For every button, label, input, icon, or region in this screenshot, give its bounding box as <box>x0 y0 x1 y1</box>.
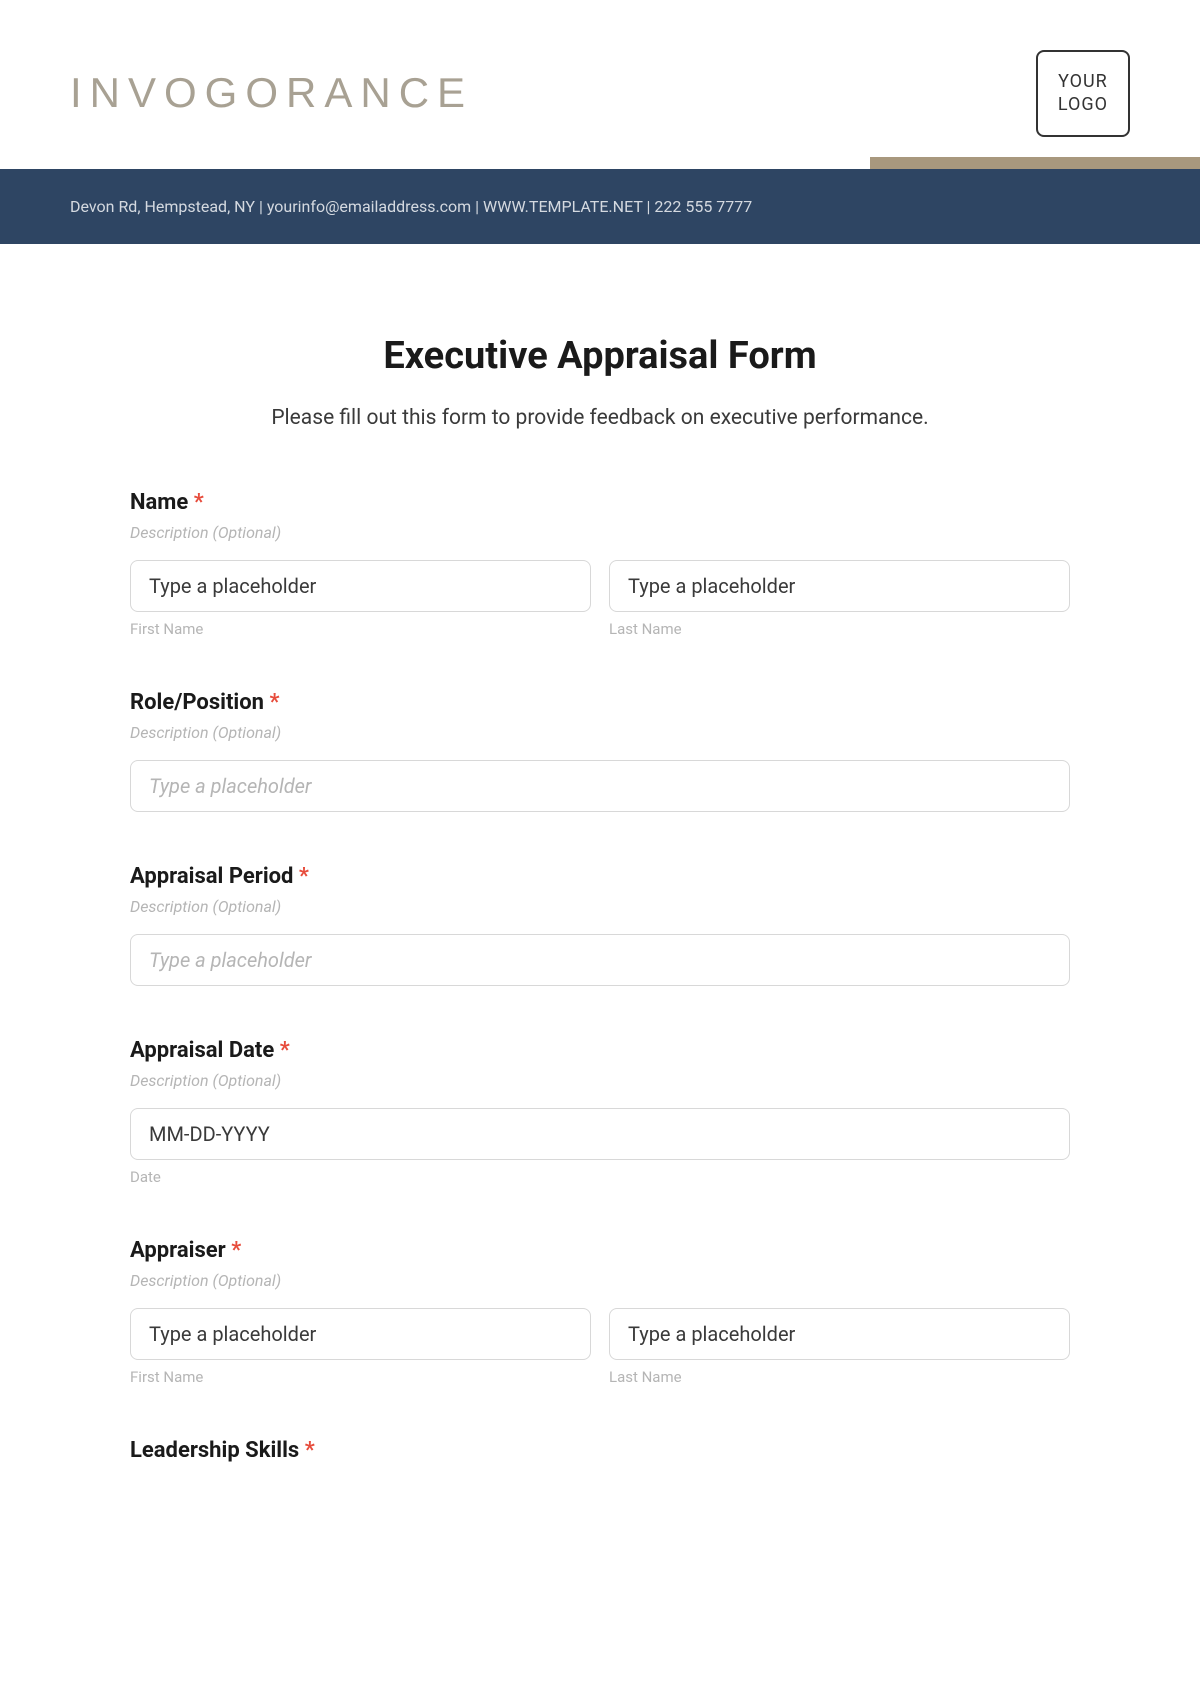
role-input[interactable] <box>130 760 1070 812</box>
field-period: Appraisal Period * Description (Optional… <box>130 864 1070 986</box>
first-name-sublabel: First Name <box>130 620 591 638</box>
field-role: Role/Position * Description (Optional) <box>130 690 1070 812</box>
period-input[interactable] <box>130 934 1070 986</box>
appraiser-description: Description (Optional) <box>130 1271 1070 1290</box>
brand-name: INVOGORANCE <box>70 69 473 117</box>
form-subtitle: Please fill out this form to provide fee… <box>130 406 1070 430</box>
date-sublabel: Date <box>130 1168 1070 1186</box>
form-container: Executive Appraisal Form Please fill out… <box>0 244 1200 1555</box>
appraiser-label: Appraiser * <box>130 1238 1070 1263</box>
appraiser-first-name-input[interactable] <box>130 1308 591 1360</box>
date-description: Description (Optional) <box>130 1071 1070 1090</box>
appraiser-last-name-sublabel: Last Name <box>609 1368 1070 1386</box>
field-leadership: Leadership Skills * <box>130 1438 1070 1463</box>
field-name: Name * Description (Optional) First Name… <box>130 490 1070 638</box>
field-appraiser: Appraiser * Description (Optional) First… <box>130 1238 1070 1386</box>
appraiser-last-name-input[interactable] <box>609 1308 1070 1360</box>
leadership-label: Leadership Skills * <box>130 1438 1070 1463</box>
period-label: Appraisal Period * <box>130 864 1070 889</box>
date-input[interactable] <box>130 1108 1070 1160</box>
first-name-input[interactable] <box>130 560 591 612</box>
last-name-sublabel: Last Name <box>609 620 1070 638</box>
logo-placeholder: YOUR LOGO <box>1036 50 1130 137</box>
role-label: Role/Position * <box>130 690 1070 715</box>
logo-line-1: YOUR <box>1058 70 1108 93</box>
name-label: Name * <box>130 490 1070 515</box>
info-bar: Devon Rd, Hempstead, NY | yourinfo@email… <box>0 169 1200 244</box>
last-name-input[interactable] <box>609 560 1070 612</box>
role-description: Description (Optional) <box>130 723 1070 742</box>
logo-line-2: LOGO <box>1058 93 1108 116</box>
field-date: Appraisal Date * Description (Optional) … <box>130 1038 1070 1186</box>
name-description: Description (Optional) <box>130 523 1070 542</box>
accent-strip <box>0 157 1200 169</box>
company-info: Devon Rd, Hempstead, NY | yourinfo@email… <box>70 197 752 216</box>
appraiser-first-name-sublabel: First Name <box>130 1368 591 1386</box>
date-label: Appraisal Date * <box>130 1038 1070 1063</box>
period-description: Description (Optional) <box>130 897 1070 916</box>
header-top: INVOGORANCE YOUR LOGO <box>0 0 1200 157</box>
form-title: Executive Appraisal Form <box>130 334 1070 378</box>
